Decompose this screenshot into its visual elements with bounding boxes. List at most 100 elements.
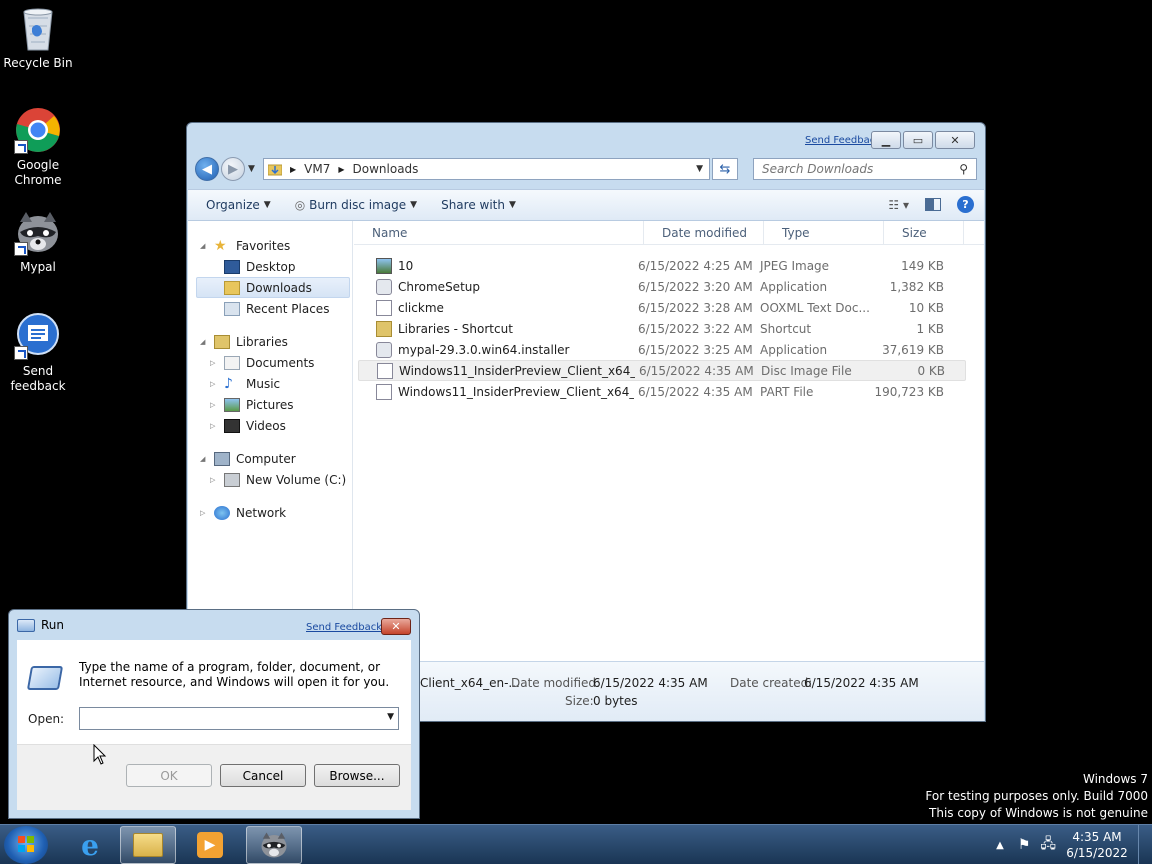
- minimize-button[interactable]: ▁: [871, 131, 901, 149]
- open-input[interactable]: [83, 708, 373, 728]
- nav-music[interactable]: ▷ ♪ Music: [188, 373, 352, 394]
- column-header-date[interactable]: Date modified: [644, 221, 764, 244]
- run-program-icon: [26, 666, 64, 690]
- desktop-icon-mypal[interactable]: Mypal: [0, 208, 76, 275]
- collapse-arrow-icon[interactable]: ▷: [210, 380, 215, 388]
- open-combobox[interactable]: ▼: [79, 707, 399, 730]
- forward-button[interactable]: ▶: [221, 157, 245, 181]
- taskbar-windows-explorer[interactable]: [120, 826, 176, 864]
- file-name: Windows11_InsiderPreview_Client_x64_en-u…: [398, 384, 634, 399]
- file-size: 149 KB: [901, 258, 944, 273]
- search-icon[interactable]: ⚲: [959, 162, 968, 176]
- desktop-icon-chrome[interactable]: Google Chrome: [0, 106, 76, 188]
- column-header-name[interactable]: Name: [354, 221, 644, 244]
- browse-button[interactable]: Browse...: [314, 764, 400, 787]
- address-bar[interactable]: ▶ VM7 ▶ Downloads ▼: [263, 158, 710, 180]
- breadcrumb-downloads[interactable]: Downloads: [353, 162, 419, 176]
- nav-desktop[interactable]: Desktop: [188, 256, 352, 277]
- maximize-button[interactable]: ▭: [903, 131, 933, 149]
- collapse-arrow-icon[interactable]: ▷: [210, 359, 215, 367]
- nav-new-volume[interactable]: ▷ New Volume (C:): [188, 469, 352, 490]
- cancel-button[interactable]: Cancel: [220, 764, 306, 787]
- file-row[interactable]: mypal-29.3.0.win64.installer 6/15/2022 3…: [358, 339, 966, 360]
- network-tray-icon[interactable]: 🖧: [1040, 833, 1056, 857]
- image-file-icon: [376, 257, 392, 274]
- desktop-icon-send-feedback[interactable]: Send feedback: [0, 312, 76, 394]
- share-with-menu[interactable]: Share with ▼: [433, 198, 524, 212]
- clock[interactable]: 4:35 AM 6/15/2022: [1062, 829, 1132, 861]
- recent-pages-dropdown-icon[interactable]: ▼: [248, 164, 255, 174]
- watermark-line-2: For testing purposes only. Build 7000: [925, 789, 1148, 803]
- burn-disc-image-button[interactable]: ◎ Burn disc image ▼: [287, 198, 425, 212]
- column-header-type[interactable]: Type: [764, 221, 884, 244]
- file-name: clickme: [398, 300, 444, 315]
- address-dropdown-icon[interactable]: ▼: [696, 164, 703, 174]
- run-description: Type the name of a program, folder, docu…: [79, 660, 390, 689]
- close-button[interactable]: ✕: [935, 131, 975, 149]
- collapse-arrow-icon[interactable]: ▷: [210, 422, 215, 430]
- file-row[interactable]: ChromeSetup 6/15/2022 3:20 AM Applicatio…: [358, 276, 966, 297]
- preview-pane-icon[interactable]: [925, 198, 941, 211]
- send-feedback-link[interactable]: Send Feedback: [805, 135, 881, 146]
- nav-network[interactable]: ▷ Network: [188, 502, 352, 523]
- column-header-size[interactable]: Size: [884, 221, 964, 244]
- collapse-arrow-icon[interactable]: ▷: [210, 401, 215, 409]
- taskbar-mypal[interactable]: [246, 826, 302, 864]
- run-body: Type the name of a program, folder, docu…: [17, 640, 411, 810]
- show-hidden-icons-icon[interactable]: ▲: [996, 840, 1004, 851]
- file-date: 6/15/2022 3:22 AM: [638, 321, 753, 336]
- refresh-button[interactable]: ⇆: [712, 158, 738, 180]
- details-date-modified-label: Date modified:: [511, 676, 601, 690]
- file-row[interactable]: Windows11_InsiderPreview_Client_x64_en-u…: [358, 381, 966, 402]
- file-date: 6/15/2022 3:20 AM: [638, 279, 753, 294]
- organize-menu[interactable]: Organize ▼: [198, 198, 279, 212]
- run-send-feedback-link[interactable]: Send Feedback: [306, 622, 382, 633]
- nav-recent-places[interactable]: Recent Places: [188, 298, 352, 319]
- nav-computer[interactable]: ◢ Computer: [188, 448, 352, 469]
- ok-button[interactable]: OK: [126, 764, 212, 787]
- action-center-flag-icon[interactable]: ⚑: [1018, 837, 1031, 853]
- view-options-icon[interactable]: ☷ ▾: [888, 198, 909, 212]
- open-dropdown-icon[interactable]: ▼: [387, 712, 394, 722]
- file-type: Shortcut: [760, 321, 812, 336]
- run-title: Run: [41, 618, 65, 632]
- explorer-titlebar[interactable]: Send Feedback ▁ ▭ ✕: [187, 123, 985, 153]
- nav-pictures[interactable]: ▷ Pictures: [188, 394, 352, 415]
- forward-arrow-icon: ▶: [228, 161, 238, 177]
- file-row[interactable]: Libraries - Shortcut 6/15/2022 3:22 AM S…: [358, 318, 966, 339]
- expand-arrow-icon[interactable]: ◢: [200, 455, 205, 463]
- shortcut-arrow-icon: [14, 140, 28, 154]
- collapse-arrow-icon[interactable]: ▷: [210, 476, 215, 484]
- search-input[interactable]: [762, 162, 952, 176]
- expand-arrow-icon[interactable]: ◢: [200, 338, 205, 346]
- file-type: PART File: [760, 384, 814, 399]
- file-row[interactable]: clickme 6/15/2022 3:28 AM OOXML Text Doc…: [358, 297, 966, 318]
- collapse-arrow-icon[interactable]: ▷: [200, 509, 205, 517]
- command-bar: Organize ▼ ◎ Burn disc image ▼ Share with ▼ …: [188, 189, 984, 221]
- recent-places-icon: [224, 301, 240, 316]
- expand-arrow-icon[interactable]: ◢: [200, 242, 205, 250]
- desktop-icon-recycle-bin[interactable]: Recycle Bin: [0, 4, 76, 71]
- taskbar-internet-explorer[interactable]: e: [62, 826, 118, 864]
- taskbar-media-player[interactable]: ▶: [182, 826, 238, 864]
- breadcrumb-vm7[interactable]: VM7: [304, 162, 330, 176]
- nav-downloads[interactable]: Downloads: [196, 277, 350, 298]
- run-close-button[interactable]: ✕: [381, 618, 411, 635]
- nav-videos[interactable]: ▷ Videos: [188, 415, 352, 436]
- file-row-selected[interactable]: Windows11_InsiderPreview_Client_x64_en-u…: [358, 360, 966, 381]
- back-button[interactable]: ◀: [195, 157, 219, 181]
- file-row[interactable]: 10 6/15/2022 4:25 AM JPEG Image 149 KB: [358, 255, 966, 276]
- show-desktop-button[interactable]: [1138, 825, 1152, 864]
- file-name: ChromeSetup: [398, 279, 480, 294]
- system-tray: ▲ ⚑ 🖧 4:35 AM 6/15/2022: [996, 825, 1152, 864]
- feedback-icon: [14, 312, 62, 360]
- file-type: Disc Image File: [761, 363, 852, 378]
- network-icon: [214, 505, 230, 520]
- run-titlebar[interactable]: Run Send Feedback ✕: [9, 610, 419, 640]
- start-button[interactable]: [4, 826, 48, 864]
- nav-favorites[interactable]: ◢ ★ Favorites: [188, 235, 352, 256]
- nav-libraries[interactable]: ◢ Libraries: [188, 331, 352, 352]
- column-headers: Name Date modified Type Size: [354, 221, 984, 245]
- help-icon[interactable]: ?: [957, 196, 974, 213]
- nav-documents[interactable]: ▷ Documents: [188, 352, 352, 373]
